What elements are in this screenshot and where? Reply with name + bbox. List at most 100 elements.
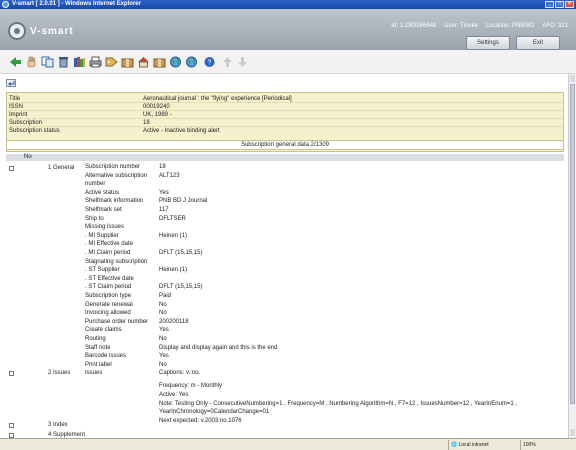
zoom-control[interactable]: 100%	[520, 440, 576, 450]
field-label: Invoicing allowed	[85, 310, 131, 317]
section-title: Subscription general data 2/1309	[6, 140, 564, 150]
field-value: Yes	[159, 189, 169, 196]
hand-icon[interactable]	[25, 56, 38, 68]
info-row-status: Subscription status Active - Inactive bi…	[9, 128, 220, 134]
tag-icon[interactable]	[105, 56, 118, 68]
row-checkbox[interactable]	[9, 166, 14, 171]
settings-button[interactable]: Settings	[466, 36, 510, 50]
field-label: Print label	[85, 361, 112, 368]
arrow-left-icon[interactable]	[9, 56, 22, 68]
info-row-imprint: Imprint UK, 1989 -	[7, 111, 563, 119]
user-name: User: Tineke	[444, 23, 478, 29]
field-value: DFLT (15,15,15)	[159, 250, 203, 256]
issues-line-text: YearInChronology=0CalendarChange=01	[159, 409, 270, 415]
field-label: Stagnating subscription	[85, 258, 148, 265]
ie-icon	[2, 1, 9, 8]
logo-text: V-smart	[30, 26, 74, 37]
printer-icon[interactable]	[89, 56, 102, 68]
globe-icon[interactable]	[185, 56, 198, 68]
globe-icon: 🌐	[451, 442, 458, 448]
field-value: No	[159, 361, 167, 368]
scroll-up-arrow[interactable]	[570, 75, 575, 82]
books-icon[interactable]	[73, 56, 86, 68]
info-row-issn: ISSN 00019240	[7, 103, 563, 111]
column-no: No	[24, 154, 32, 160]
vertical-scrollbar[interactable]	[568, 74, 576, 438]
exit-button[interactable]: Exit	[516, 36, 560, 50]
trash-icon[interactable]	[57, 56, 70, 68]
arrow-up-icon[interactable]	[221, 56, 234, 68]
info-row-title: Title Aeronautical journal : the "flying…	[7, 95, 563, 103]
field-value: Display and display again and this is th…	[159, 344, 278, 351]
session-id: Id: 1.23003/6848	[391, 23, 437, 29]
main-content: Title Aeronautical journal : the "flying…	[0, 74, 568, 438]
field-value: PNB BD J Journal	[159, 198, 208, 205]
field-value: No	[159, 310, 167, 317]
field-label: . ST Effective date	[85, 275, 134, 282]
user-info: Id: 1.23003/6848 User: Tineke Location: …	[391, 23, 568, 29]
field-value: No	[159, 336, 167, 342]
table-header: No	[6, 154, 564, 161]
field-value: Heinen (1)	[159, 267, 188, 274]
field-label: . MI Claim period	[85, 250, 131, 256]
field-label: Staff note	[85, 344, 111, 351]
field-label: Alternative subscription	[85, 172, 148, 179]
field-label: Ship to	[85, 215, 104, 222]
package-icon[interactable]	[153, 56, 166, 68]
location: Location: PNB/BD	[485, 23, 535, 29]
globe-icon[interactable]	[169, 56, 182, 68]
row-checkbox[interactable]	[9, 423, 14, 428]
row-label[interactable]: 2 Issues	[48, 370, 70, 376]
issues-line-text: Captions: v.:no.	[159, 370, 201, 376]
field-value: 200200118	[159, 318, 189, 325]
field-value: Heinen (1)	[159, 232, 188, 239]
field-value: No	[159, 301, 167, 308]
field-label: . ST Supplier	[85, 267, 120, 274]
field-label: . MI Effective date	[85, 241, 133, 248]
afo-number: AFO: 321	[542, 23, 568, 29]
field-label: Purchase order number	[85, 318, 149, 325]
field-value: ALT123	[159, 172, 180, 179]
field-label: Generate renewal	[85, 301, 133, 308]
field-label: Shelfmark set	[85, 207, 122, 213]
copy-icon[interactable]	[41, 56, 54, 68]
row-label[interactable]: 3 Index	[48, 422, 68, 428]
zoom-value: 100%	[523, 442, 536, 448]
field-label: . MI Supplier	[85, 232, 119, 239]
window-titlebar: V-smart [ 2.0.01 ] - Windows Internet Ex…	[0, 0, 576, 9]
field-value: Yes	[159, 353, 169, 360]
field-value: DFLTSER	[159, 215, 186, 222]
field-value: Yes	[159, 327, 169, 334]
issues-line-text: Frequency: m - Monthly	[159, 383, 223, 389]
package-icon[interactable]	[121, 56, 134, 68]
close-window-button[interactable]: ×	[565, 1, 574, 8]
field-value: Paid	[159, 293, 172, 299]
scroll-thumb[interactable]	[570, 84, 575, 404]
status-bar: 🌐 Local intranet 100%	[0, 438, 576, 450]
info-row-subscription: Subscription 18	[7, 119, 563, 127]
field-label: Shelfmark information	[85, 198, 144, 205]
field-label: Subscription type	[85, 293, 132, 299]
help-icon[interactable]: ?	[203, 56, 216, 68]
zone-indicator: 🌐 Local intranet	[448, 440, 518, 450]
toolbar: ?	[0, 50, 576, 74]
window-title: V-smart [ 2.0.01 ] - Windows Internet Ex…	[12, 1, 141, 7]
field-value: 117	[159, 207, 169, 213]
field-label: Routing	[85, 336, 106, 342]
return-button[interactable]	[6, 79, 16, 87]
row-checkbox[interactable]	[9, 371, 14, 376]
home-icon[interactable]	[137, 56, 150, 68]
field-value: DFLT (15,15,15)	[159, 284, 203, 291]
field-label: Active status	[85, 189, 120, 196]
svg-text:?: ?	[208, 60, 212, 67]
issues-line-text: Next expected: v.2003:no.1076	[159, 418, 242, 424]
row-label[interactable]: 1 General	[48, 165, 74, 171]
arrow-down-icon[interactable]	[236, 56, 249, 68]
field-value: 18	[159, 164, 166, 170]
field-label: . ST Claim period	[85, 284, 132, 291]
field-label: number	[85, 181, 106, 188]
maximize-button[interactable]: □	[555, 1, 564, 8]
minimize-button[interactable]: _	[545, 1, 554, 8]
field-label: Barcode issues	[85, 353, 127, 360]
scroll-down-arrow[interactable]	[570, 429, 575, 436]
